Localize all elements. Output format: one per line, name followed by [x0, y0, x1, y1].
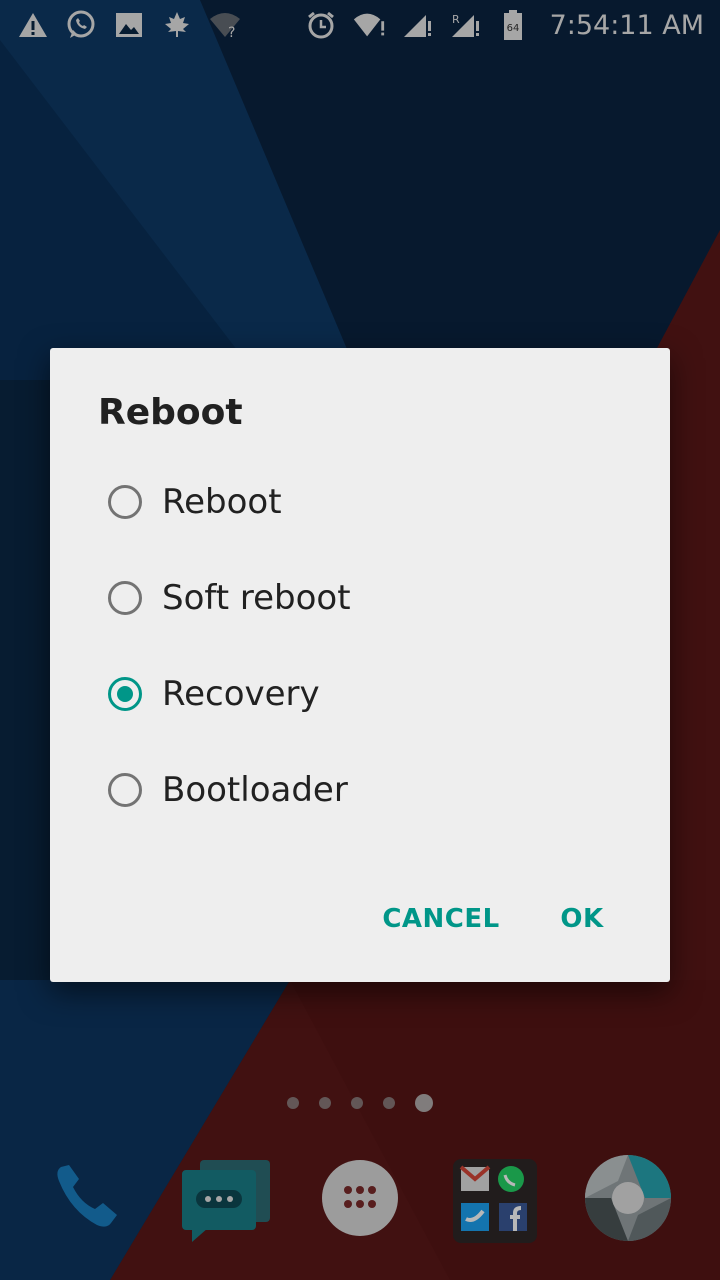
- radio-button[interactable]: [108, 773, 142, 807]
- option-label: Soft reboot: [162, 578, 351, 618]
- cancel-button[interactable]: CANCEL: [372, 884, 510, 954]
- option-label: Recovery: [162, 674, 320, 714]
- option-reboot[interactable]: Reboot: [108, 466, 628, 538]
- dialog-title: Reboot: [98, 392, 243, 433]
- option-soft-reboot[interactable]: Soft reboot: [108, 562, 628, 634]
- option-recovery[interactable]: Recovery: [108, 658, 628, 730]
- reboot-dialog: Reboot Reboot Soft reboot Recovery Bootl…: [50, 348, 670, 982]
- radio-button[interactable]: [108, 485, 142, 519]
- ok-button[interactable]: OK: [546, 884, 618, 954]
- option-label: Bootloader: [162, 770, 348, 810]
- option-label: Reboot: [162, 482, 282, 522]
- option-bootloader[interactable]: Bootloader: [108, 754, 628, 826]
- radio-button-checked[interactable]: [108, 677, 142, 711]
- radio-button[interactable]: [108, 581, 142, 615]
